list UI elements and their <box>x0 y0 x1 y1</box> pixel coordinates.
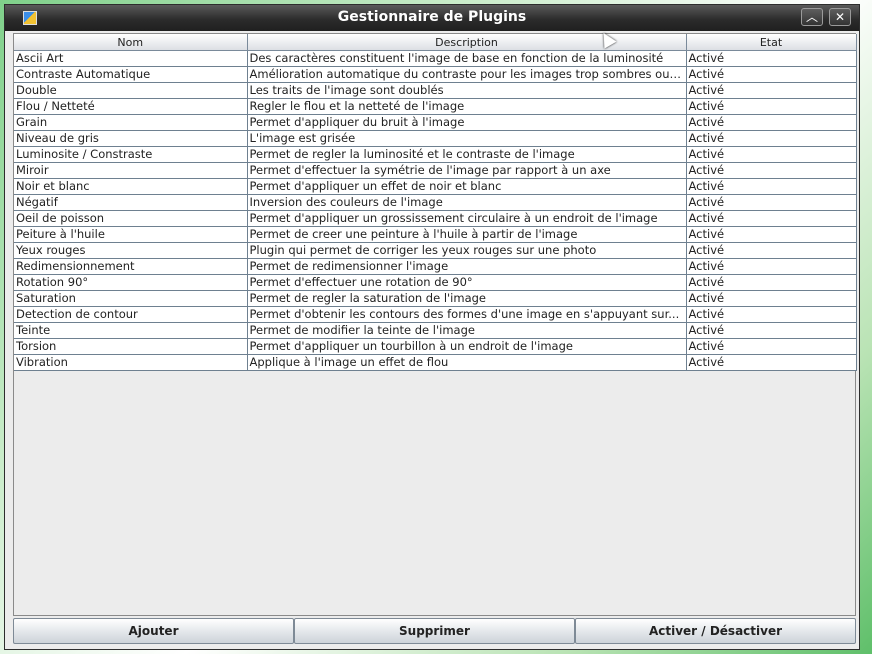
cell-nom[interactable]: Contraste Automatique <box>14 66 248 83</box>
table-row[interactable]: Saturation Permet de regler la saturation… <box>14 290 857 307</box>
table-row[interactable]: Double Les traits de l'image sont doublés… <box>14 82 857 99</box>
close-icon: ✕ <box>834 10 846 24</box>
cell-nom[interactable]: Négatif <box>14 194 248 211</box>
cell-etat[interactable]: Activé <box>686 66 857 83</box>
cell-etat[interactable]: Activé <box>686 98 857 115</box>
cell-etat[interactable]: Activé <box>686 290 857 307</box>
table-row[interactable]: Contraste Automatique Amélioration automa… <box>14 66 857 83</box>
add-button[interactable]: Ajouter <box>13 618 294 644</box>
cell-etat[interactable]: Activé <box>686 354 857 371</box>
toggle-button[interactable]: Activer / Désactiver <box>575 618 856 644</box>
cell-description[interactable]: Permet de redimensionner l'image <box>247 258 687 275</box>
cell-description[interactable]: Plugin qui permet de corriger les yeux r… <box>247 242 687 259</box>
cell-etat[interactable]: Activé <box>686 50 857 67</box>
cell-description[interactable]: Permet d'obtenir les contours des formes… <box>247 306 687 323</box>
remove-button[interactable]: Supprimer <box>294 618 575 644</box>
plugins-table-area: Nom Description Etat Ascii Art Des caract… <box>13 33 857 616</box>
table-row[interactable]: Yeux rouges Plugin qui permet de corriger… <box>14 242 857 259</box>
cell-etat[interactable]: Activé <box>686 274 857 291</box>
title-bar[interactable]: Gestionnaire de Plugins ︿ ✕ <box>5 5 859 31</box>
table-row[interactable]: Torsion Permet d'appliquer un tourbillon … <box>14 338 857 355</box>
cell-description[interactable]: Permet de creer une peinture à l'huile à… <box>247 226 687 243</box>
column-header-nom[interactable]: Nom <box>14 34 248 51</box>
cell-description[interactable]: Permet d'appliquer un tourbillon à un en… <box>247 338 687 355</box>
column-header-etat[interactable]: Etat <box>686 34 857 51</box>
cell-etat[interactable]: Activé <box>686 210 857 227</box>
cell-description[interactable]: Permet d'effectuer une rotation de 90° <box>247 274 687 291</box>
cell-nom[interactable]: Teinte <box>14 322 248 339</box>
cell-nom[interactable]: Redimensionnement <box>14 258 248 275</box>
cell-nom[interactable]: Rotation 90° <box>14 274 248 291</box>
table-row[interactable]: Vibration Applique à l'image un effet de … <box>14 354 857 371</box>
table-row[interactable]: Niveau de gris L'image est grisée Activé <box>14 130 857 147</box>
table-row[interactable]: Redimensionnement Permet de redimensionne… <box>14 258 857 275</box>
table-row[interactable]: Peiture à l'huile Permet de creer une pei… <box>14 226 857 243</box>
cell-nom[interactable]: Ascii Art <box>14 50 248 67</box>
cell-etat[interactable]: Activé <box>686 178 857 195</box>
cell-description[interactable]: Permet de regler la saturation de l'imag… <box>247 290 687 307</box>
cell-nom[interactable]: Miroir <box>14 162 248 179</box>
cell-etat[interactable]: Activé <box>686 338 857 355</box>
cell-etat[interactable]: Activé <box>686 322 857 339</box>
table-row[interactable]: Rotation 90° Permet d'effectuer une rotat… <box>14 274 857 291</box>
table-row[interactable]: Grain Permet d'appliquer du bruit à l'ima… <box>14 114 857 131</box>
window-title: Gestionnaire de Plugins <box>337 9 527 25</box>
cell-description[interactable]: Regler le flou et la netteté de l'image <box>247 98 687 115</box>
cell-etat[interactable]: Activé <box>686 114 857 131</box>
table-row[interactable]: Miroir Permet d'effectuer la symétrie de … <box>14 162 857 179</box>
cell-nom[interactable]: Flou / Netteté <box>14 98 248 115</box>
plugins-table: Nom Description Etat Ascii Art Des caract… <box>14 34 857 371</box>
table-header-row: Nom Description Etat <box>14 34 857 51</box>
cell-nom[interactable]: Peiture à l'huile <box>14 226 248 243</box>
cell-nom[interactable]: Vibration <box>14 354 248 371</box>
cell-nom[interactable]: Double <box>14 82 248 99</box>
cell-nom[interactable]: Oeil de poisson <box>14 210 248 227</box>
table-row[interactable]: Luminosite / Constraste Permet de regler … <box>14 146 857 163</box>
cell-nom[interactable]: Niveau de gris <box>14 130 248 147</box>
cell-description[interactable]: Permet de regler la luminosité et le con… <box>247 146 687 163</box>
cell-description[interactable]: Applique à l'image un effet de flou <box>247 354 687 371</box>
cell-description[interactable]: Inversion des couleurs de l'image <box>247 194 687 211</box>
table-row[interactable]: Noir et blanc Permet d'appliquer un effet… <box>14 178 857 195</box>
chevron-up-icon: ︿ <box>805 10 818 24</box>
plugin-manager-window: Gestionnaire de Plugins ︿ ✕ Nom Descript… <box>4 4 860 650</box>
cell-description[interactable]: Permet d'appliquer un effet de noir et b… <box>247 178 687 195</box>
cell-nom[interactable]: Saturation <box>14 290 248 307</box>
cell-description[interactable]: Amélioration automatique du contraste po… <box>247 66 687 83</box>
cell-description[interactable]: Les traits de l'image sont doublés <box>247 82 687 99</box>
cell-etat[interactable]: Activé <box>686 194 857 211</box>
maximize-button[interactable]: ︿ <box>801 8 823 26</box>
cell-etat[interactable]: Activé <box>686 306 857 323</box>
cell-etat[interactable]: Activé <box>686 130 857 147</box>
cell-etat[interactable]: Activé <box>686 82 857 99</box>
cell-nom[interactable]: Luminosite / Constraste <box>14 146 248 163</box>
cell-description[interactable]: Permet de modifier la teinte de l'image <box>247 322 687 339</box>
cell-description[interactable]: Des caractères constituent l'image de ba… <box>247 50 687 67</box>
cell-etat[interactable]: Activé <box>686 146 857 163</box>
cell-nom[interactable]: Grain <box>14 114 248 131</box>
cell-description[interactable]: Permet d'appliquer un grossissement circ… <box>247 210 687 227</box>
cell-etat[interactable]: Activé <box>686 162 857 179</box>
table-row[interactable]: Oeil de poisson Permet d'appliquer un gro… <box>14 210 857 227</box>
table-row[interactable]: Négatif Inversion des couleurs de l'image… <box>14 194 857 211</box>
button-bar: Ajouter Supprimer Activer / Désactiver <box>13 618 856 646</box>
close-button[interactable]: ✕ <box>829 8 851 26</box>
table-row[interactable]: Detection de contour Permet d'obtenir les… <box>14 306 857 323</box>
table-row[interactable]: Teinte Permet de modifier la teinte de l'… <box>14 322 857 339</box>
cell-nom[interactable]: Detection de contour <box>14 306 248 323</box>
cell-description[interactable]: L'image est grisée <box>247 130 687 147</box>
cell-description[interactable]: Permet d'effectuer la symétrie de l'imag… <box>247 162 687 179</box>
cell-nom[interactable]: Torsion <box>14 338 248 355</box>
table-row[interactable]: Flou / Netteté Regler le flou et la nette… <box>14 98 857 115</box>
cell-etat[interactable]: Activé <box>686 226 857 243</box>
cell-description[interactable]: Permet d'appliquer du bruit à l'image <box>247 114 687 131</box>
column-header-description[interactable]: Description <box>247 34 687 51</box>
table-row[interactable]: Ascii Art Des caractères constituent l'im… <box>14 50 857 67</box>
cell-etat[interactable]: Activé <box>686 258 857 275</box>
cell-nom[interactable]: Yeux rouges <box>14 242 248 259</box>
cell-nom[interactable]: Noir et blanc <box>14 178 248 195</box>
cell-etat[interactable]: Activé <box>686 242 857 259</box>
